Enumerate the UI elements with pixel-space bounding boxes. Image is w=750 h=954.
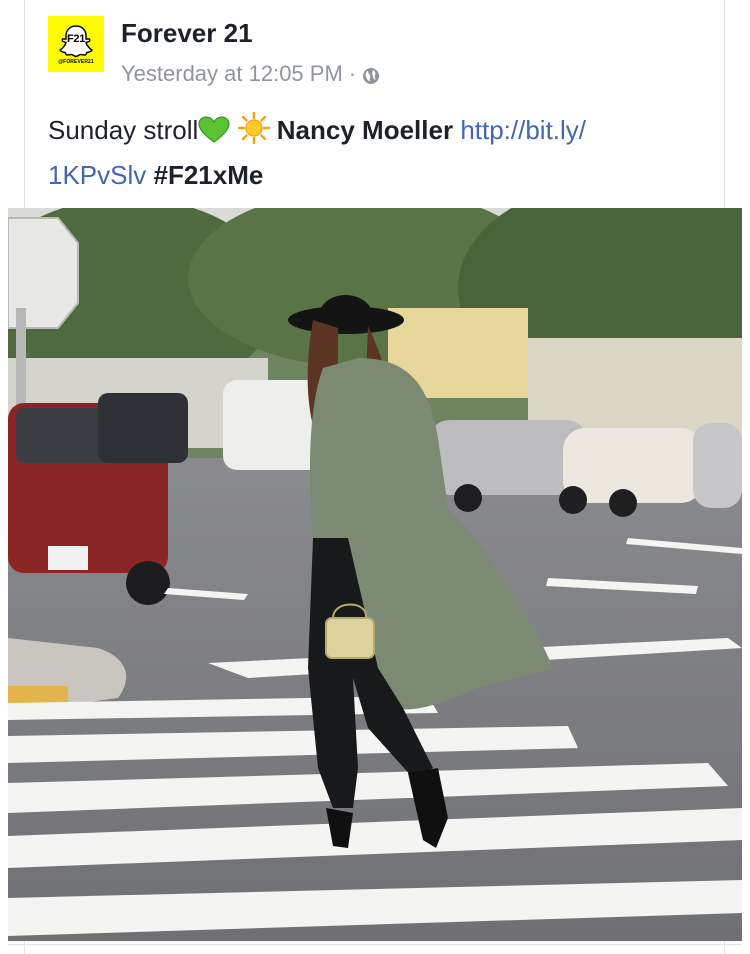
green-heart-icon [198,115,230,155]
avatar-handle: @FOREVER21 [58,58,94,65]
short-link-part1: http://bit.ly/ [460,115,587,145]
page-name-link[interactable]: Forever 21 [121,18,253,49]
avatar-label: F21 [66,32,86,45]
snapchat-ghost-icon: F21 [58,24,94,58]
sun-icon [237,111,270,155]
meta-separator: · [348,61,357,86]
globe-icon[interactable] [362,65,380,84]
short-link-part2: 1KPvSlv [48,160,147,190]
post-bottom-divider [8,944,742,945]
post-timestamp[interactable]: Yesterday at 12:05 PM [121,61,343,87]
page-avatar[interactable]: F21 @FOREVER21 [48,16,104,72]
post-message: Sunday stroll Nancy Moeller http://bit.l… [48,110,688,195]
post-meta: Yesterday at 12:05 PM · [121,60,380,88]
tagged-person-link[interactable]: Nancy Moeller [277,115,453,145]
post-photo[interactable] [8,208,742,941]
hashtag-link[interactable]: #F21xMe [154,160,264,190]
post-caption: Sunday stroll [48,115,199,145]
